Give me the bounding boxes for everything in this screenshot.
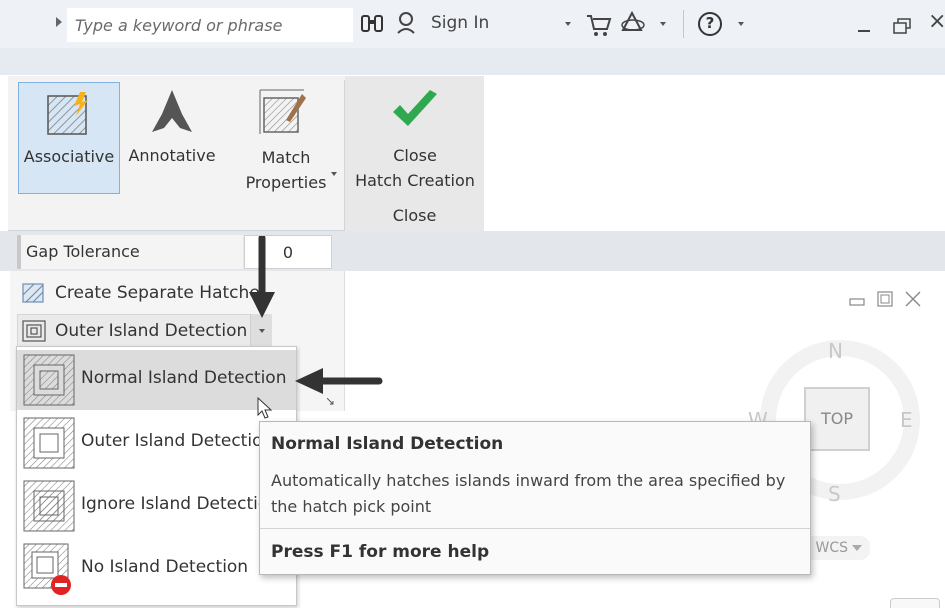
search-expand-arrow-icon[interactable] xyxy=(56,17,62,27)
wcs-dropdown-icon[interactable] xyxy=(852,545,862,551)
panel-expand-icon[interactable]: ↘ xyxy=(325,394,335,408)
title-bar-strip xyxy=(0,48,945,75)
sign-in-dropdown-icon[interactable] xyxy=(565,22,571,26)
viewport-controls[interactable] xyxy=(848,290,923,308)
associative-hatch-icon xyxy=(47,92,88,135)
outer-island-icon xyxy=(23,417,75,469)
annotative-button[interactable]: Annotative xyxy=(122,82,222,194)
close-line1: Close xyxy=(393,146,437,165)
outer-island-small-icon xyxy=(22,320,46,342)
list-item-label: Normal Island Detection xyxy=(81,368,287,388)
annotation-arrow-left-icon xyxy=(295,368,383,394)
autocad-window: Sign In ? × Associative Annotative xyxy=(0,0,945,608)
annotative-icon xyxy=(152,90,192,132)
cart-icon[interactable] xyxy=(585,12,613,38)
compass-north[interactable]: N xyxy=(828,339,843,363)
match-properties-line1: Match xyxy=(261,148,311,167)
tooltip-help: Press F1 for more help xyxy=(271,542,490,562)
create-separate-hatches-icon xyxy=(22,283,44,303)
viewcube-top[interactable]: TOP xyxy=(804,387,870,451)
chevron-down-icon xyxy=(259,329,265,333)
list-item-label: Ignore Island Detectio xyxy=(81,494,269,514)
a360-icon[interactable] xyxy=(620,10,650,36)
a360-dropdown-icon[interactable] xyxy=(660,22,666,26)
list-item-no-island[interactable]: No Island Detection xyxy=(17,539,296,599)
close-hatch-creation-button[interactable]: Close Hatch Creation xyxy=(350,82,480,194)
list-item-label: No Island Detection xyxy=(81,557,249,577)
create-separate-hatches-checkbox[interactable]: Create Separate Hatche xyxy=(55,283,260,303)
match-properties-button[interactable]: Match Properties xyxy=(232,82,340,194)
ribbon-empty-area xyxy=(484,76,945,231)
compass-east[interactable]: E xyxy=(900,408,913,432)
normal-island-icon xyxy=(23,354,75,406)
checkmark-icon xyxy=(393,90,437,126)
compass-south[interactable]: S xyxy=(828,482,841,506)
toolbar-separator xyxy=(683,10,684,38)
user-icon[interactable] xyxy=(396,11,420,35)
mouse-cursor-icon xyxy=(257,397,273,419)
ignore-island-icon xyxy=(23,480,75,532)
list-item-ignore-island[interactable]: Ignore Island Detectio xyxy=(17,476,296,536)
help-icon[interactable]: ? xyxy=(698,12,722,36)
viewport-tab-stub xyxy=(890,598,940,608)
tooltip-description: Automatically hatches islands inward fro… xyxy=(271,471,786,516)
annotative-label: Annotative xyxy=(128,146,216,165)
gap-tolerance-label: Gap Tolerance xyxy=(26,242,140,261)
tooltip-title: Normal Island Detection xyxy=(271,434,504,454)
associative-label: Associative xyxy=(23,147,115,166)
search-input[interactable] xyxy=(67,8,353,42)
minimize-icon[interactable] xyxy=(858,30,870,32)
tooltip: Normal Island Detection Automatically ha… xyxy=(259,421,811,575)
list-item-outer-island[interactable]: Outer Island Detectio xyxy=(17,413,296,473)
list-item-label: Outer Island Detectio xyxy=(81,431,263,451)
close-panel-label: Close xyxy=(392,206,437,225)
help-dropdown-icon[interactable] xyxy=(738,22,744,26)
no-island-icon xyxy=(23,543,71,595)
close-line2: Hatch Creation xyxy=(355,171,475,190)
binoculars-icon[interactable] xyxy=(360,14,384,34)
tooltip-divider xyxy=(260,528,810,529)
associative-button[interactable]: Associative xyxy=(18,82,120,194)
match-properties-icon xyxy=(259,89,306,134)
close-window-icon[interactable]: × xyxy=(928,9,945,34)
list-item-normal-island[interactable]: Normal Island Detection xyxy=(17,350,296,410)
sign-in-link[interactable]: Sign In xyxy=(431,13,489,33)
match-properties-line2: Properties xyxy=(245,173,327,192)
restore-icon[interactable] xyxy=(893,18,911,34)
annotation-arrow-down-icon xyxy=(249,236,275,318)
island-detection-value: Outer Island Detection xyxy=(55,321,248,341)
match-properties-dropdown-icon[interactable] xyxy=(331,172,337,176)
